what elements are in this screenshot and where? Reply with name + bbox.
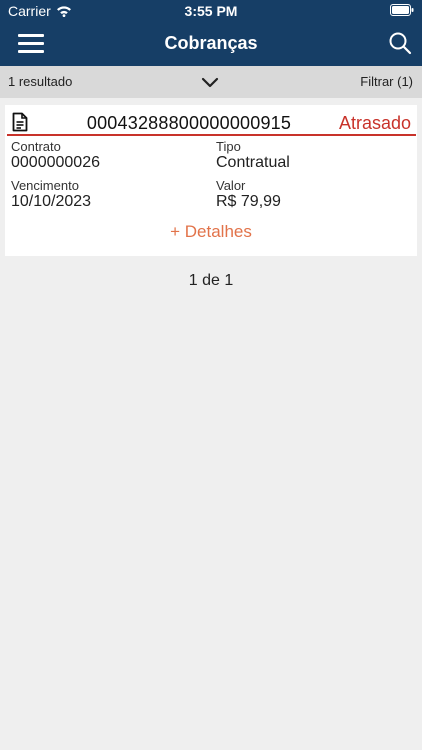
filter-button[interactable]: Filtrar (1)	[360, 74, 413, 89]
status-bar: Carrier 3:55 PM	[0, 0, 422, 22]
due-date-value: 10/10/2023	[11, 193, 92, 210]
contract-value: 0000000026	[11, 154, 100, 171]
result-count: 1 resultado	[8, 74, 73, 89]
filter-bar: 1 resultado Filtrar (1)	[0, 66, 422, 98]
amount-label: Valor	[216, 178, 246, 193]
status-badge: Atrasado	[338, 113, 411, 133]
status-time: 3:55 PM	[184, 3, 238, 19]
pagination-info: 1 de 1	[188, 272, 234, 289]
amount-value: R$ 79,99	[216, 193, 281, 210]
due-date-label: Vencimento	[11, 178, 79, 193]
details-button[interactable]: + Detalhes	[5, 222, 417, 242]
contract-label: Contrato	[11, 139, 61, 154]
app-header: Carrier 3:55 PM Cobranças	[0, 0, 422, 66]
battery-icon	[390, 4, 414, 16]
type-value: Contratual	[216, 154, 290, 171]
navigation-bar: Cobranças	[0, 22, 422, 66]
billing-card[interactable]: 00043288800000000915 Atrasado Contrato 0…	[5, 105, 417, 256]
search-icon[interactable]	[388, 31, 412, 55]
type-label: Tipo	[216, 139, 241, 154]
card-divider	[7, 134, 416, 136]
invoice-number: 00043288800000000915	[86, 113, 292, 133]
chevron-down-icon[interactable]	[201, 75, 219, 89]
page-title: Cobranças	[164, 33, 258, 53]
